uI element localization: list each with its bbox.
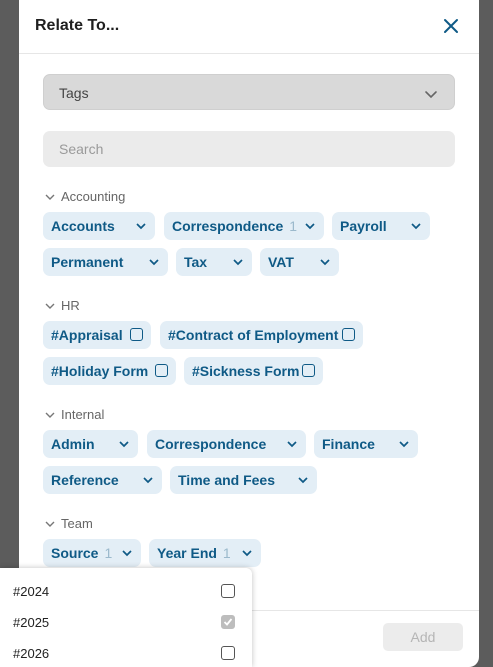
group-header-hr[interactable]: HR: [45, 298, 80, 313]
tag-chip-reference[interactable]: Reference: [43, 466, 162, 494]
group-header-team[interactable]: Team: [45, 516, 93, 531]
tags-select-label: Tags: [59, 85, 89, 101]
chip-label: Correspondence: [172, 218, 284, 234]
chevron-down-icon: [320, 259, 330, 266]
chevron-down-icon: [45, 194, 55, 200]
modal-header: Relate To...: [19, 0, 479, 54]
chip-label: #Contract of Employment: [168, 327, 339, 343]
chip-label: #Holiday Form: [51, 363, 149, 379]
chevron-down-icon: [119, 441, 129, 448]
tag-chip-finance[interactable]: Finance: [314, 430, 418, 458]
close-icon[interactable]: [441, 16, 461, 36]
tag-chip-source[interactable]: Source 1: [43, 539, 141, 567]
tag-chip-payroll[interactable]: Payroll: [332, 212, 430, 240]
tag-chip-internal-correspondence[interactable]: Correspondence: [147, 430, 306, 458]
dropdown-item-2025[interactable]: #2025: [0, 607, 252, 638]
tag-chip-accounts[interactable]: Accounts: [43, 212, 155, 240]
dropdown-item-label: #2025: [13, 615, 50, 630]
year-end-dropdown: #2024 #2025 #2026: [0, 568, 252, 667]
chip-checkbox[interactable]: [155, 364, 168, 377]
chevron-down-icon: [143, 477, 153, 484]
chip-label: VAT: [268, 254, 294, 270]
chevron-down-icon: [136, 223, 146, 230]
chevron-down-icon: [45, 303, 55, 309]
chip-label: Year End: [157, 545, 217, 561]
chip-label: Payroll: [340, 218, 387, 234]
chip-label: Reference: [51, 472, 119, 488]
chip-checkbox[interactable]: [130, 328, 143, 341]
chevron-down-icon: [233, 259, 243, 266]
dropdown-item-label: #2026: [13, 646, 50, 661]
chevron-down-icon: [122, 550, 132, 557]
dropdown-item-2026[interactable]: #2026: [0, 638, 252, 667]
chip-checkbox[interactable]: [342, 328, 355, 341]
chip-label: Permanent: [51, 254, 124, 270]
chevron-down-icon: [425, 91, 437, 99]
tag-chip-correspondence[interactable]: Correspondence 1: [164, 212, 324, 240]
chevron-down-icon: [242, 550, 252, 557]
chip-label: Accounts: [51, 218, 115, 234]
modal-title: Relate To...: [35, 17, 120, 34]
tag-chip-admin[interactable]: Admin: [43, 430, 138, 458]
group-title: Team: [61, 516, 93, 531]
chip-checkbox[interactable]: [302, 364, 315, 377]
chevron-down-icon: [45, 412, 55, 418]
chip-count: 1: [222, 545, 231, 561]
chip-label: Source: [51, 545, 99, 561]
group-title: Accounting: [61, 189, 126, 204]
chip-count: 1: [289, 218, 298, 234]
checkbox-checked[interactable]: [221, 615, 235, 629]
tag-chip-tax[interactable]: Tax: [176, 248, 252, 276]
relate-to-modal: Relate To... Tags Accounting Accounts Co…: [19, 0, 479, 667]
tag-chip-vat[interactable]: VAT: [260, 248, 339, 276]
group-title: Internal: [61, 407, 105, 422]
chip-label: #Sickness Form: [192, 363, 300, 379]
dropdown-item-2024[interactable]: #2024: [0, 576, 252, 607]
chevron-down-icon: [298, 477, 308, 484]
tag-chip-contract-of-employment[interactable]: #Contract of Employment: [160, 321, 363, 349]
chevron-down-icon: [287, 441, 297, 448]
tags-select[interactable]: Tags: [43, 74, 455, 110]
chip-count: 1: [104, 545, 113, 561]
dropdown-item-label: #2024: [13, 584, 50, 599]
chip-label: Finance: [322, 436, 375, 452]
chip-label: #Appraisal: [51, 327, 123, 343]
group-title: HR: [61, 298, 80, 313]
checkbox[interactable]: [221, 584, 235, 598]
chip-label: Admin: [51, 436, 95, 452]
add-button[interactable]: Add: [383, 623, 463, 651]
check-icon: [223, 618, 233, 626]
tag-chip-year-end[interactable]: Year End 1: [149, 539, 261, 567]
chevron-down-icon: [411, 223, 421, 230]
chevron-down-icon: [305, 223, 315, 230]
chevron-down-icon: [399, 441, 409, 448]
checkbox[interactable]: [221, 646, 235, 660]
chip-label: Tax: [184, 254, 208, 270]
chip-label: Correspondence: [155, 436, 267, 452]
tag-chip-permanent[interactable]: Permanent: [43, 248, 168, 276]
tag-chip-appraisal[interactable]: #Appraisal: [43, 321, 151, 349]
search-input[interactable]: [43, 131, 455, 167]
tag-chip-holiday-form[interactable]: #Holiday Form: [43, 357, 176, 385]
chevron-down-icon: [149, 259, 159, 266]
tag-chip-time-and-fees[interactable]: Time and Fees: [170, 466, 317, 494]
group-header-internal[interactable]: Internal: [45, 407, 104, 422]
tag-chip-sickness-form[interactable]: #Sickness Form: [184, 357, 323, 385]
chip-label: Time and Fees: [178, 472, 276, 488]
group-header-accounting[interactable]: Accounting: [45, 189, 125, 204]
chevron-down-icon: [45, 521, 55, 527]
